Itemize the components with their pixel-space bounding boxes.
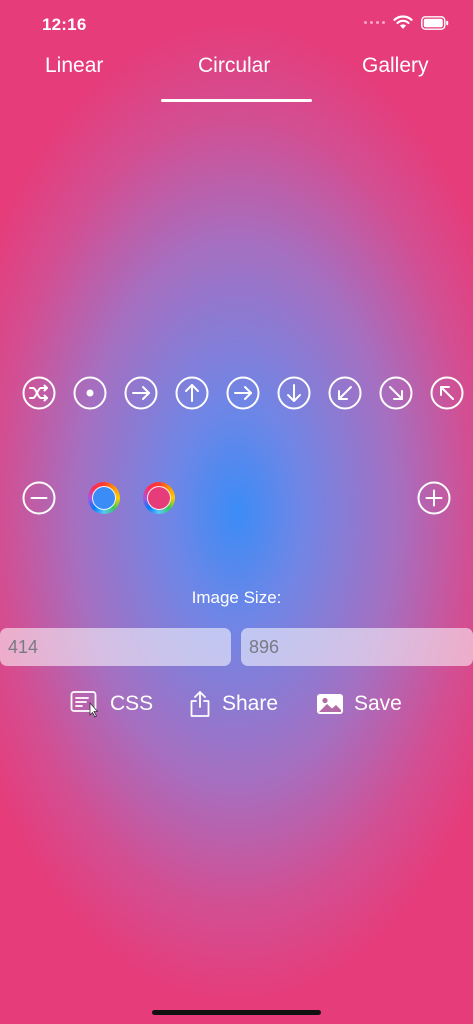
arrow-down-right-icon[interactable] bbox=[378, 375, 414, 411]
status-icons bbox=[364, 15, 449, 30]
remove-color-icon[interactable] bbox=[21, 480, 57, 516]
share-icon bbox=[190, 691, 210, 717]
arrow-down-icon[interactable] bbox=[276, 375, 312, 411]
status-bar: 12:16 bbox=[0, 0, 473, 50]
home-indicator bbox=[152, 1010, 321, 1015]
tab-gallery[interactable]: Gallery bbox=[362, 54, 429, 78]
arrow-up-left-icon[interactable] bbox=[429, 375, 465, 411]
css-button-label: CSS bbox=[110, 692, 154, 715]
signal-icon bbox=[364, 21, 385, 24]
css-code-icon bbox=[70, 691, 99, 718]
image-width-input[interactable] bbox=[0, 628, 231, 666]
color-stop-2[interactable] bbox=[143, 482, 175, 514]
shuffle-icon[interactable] bbox=[21, 375, 57, 411]
selected-tab-indicator bbox=[161, 99, 312, 102]
actions-row: CSS Share Save bbox=[0, 686, 473, 722]
image-size-label: Image Size: bbox=[191, 588, 282, 607]
battery-icon bbox=[421, 15, 449, 30]
wifi-icon bbox=[393, 15, 413, 29]
color-stops-row bbox=[0, 480, 473, 520]
photo-icon bbox=[317, 694, 343, 714]
image-height-input[interactable] bbox=[241, 628, 473, 666]
arrow-right-icon[interactable] bbox=[225, 375, 261, 411]
tab-linear[interactable]: Linear bbox=[45, 54, 103, 78]
save-button[interactable]: Save bbox=[316, 686, 402, 722]
share-button[interactable]: Share bbox=[188, 686, 278, 722]
status-time: 12:16 bbox=[42, 15, 87, 34]
save-button-label: Save bbox=[354, 692, 402, 715]
tab-circular[interactable]: Circular bbox=[198, 54, 270, 78]
color-stop-1-swatch bbox=[92, 486, 116, 510]
share-button-label: Share bbox=[222, 692, 279, 715]
arrow-up-icon[interactable] bbox=[174, 375, 210, 411]
center-dot-icon[interactable] bbox=[72, 375, 108, 411]
add-color-icon[interactable] bbox=[416, 480, 452, 516]
arrow-down-left-icon[interactable] bbox=[327, 375, 363, 411]
gradient-type-tabs: Linear Circular Gallery bbox=[0, 50, 473, 105]
arrow-right-icon[interactable] bbox=[123, 375, 159, 411]
css-button[interactable]: CSS bbox=[70, 686, 153, 722]
color-stop-2-swatch bbox=[147, 486, 171, 510]
color-stop-1[interactable] bbox=[88, 482, 120, 514]
position-selector bbox=[0, 375, 473, 413]
